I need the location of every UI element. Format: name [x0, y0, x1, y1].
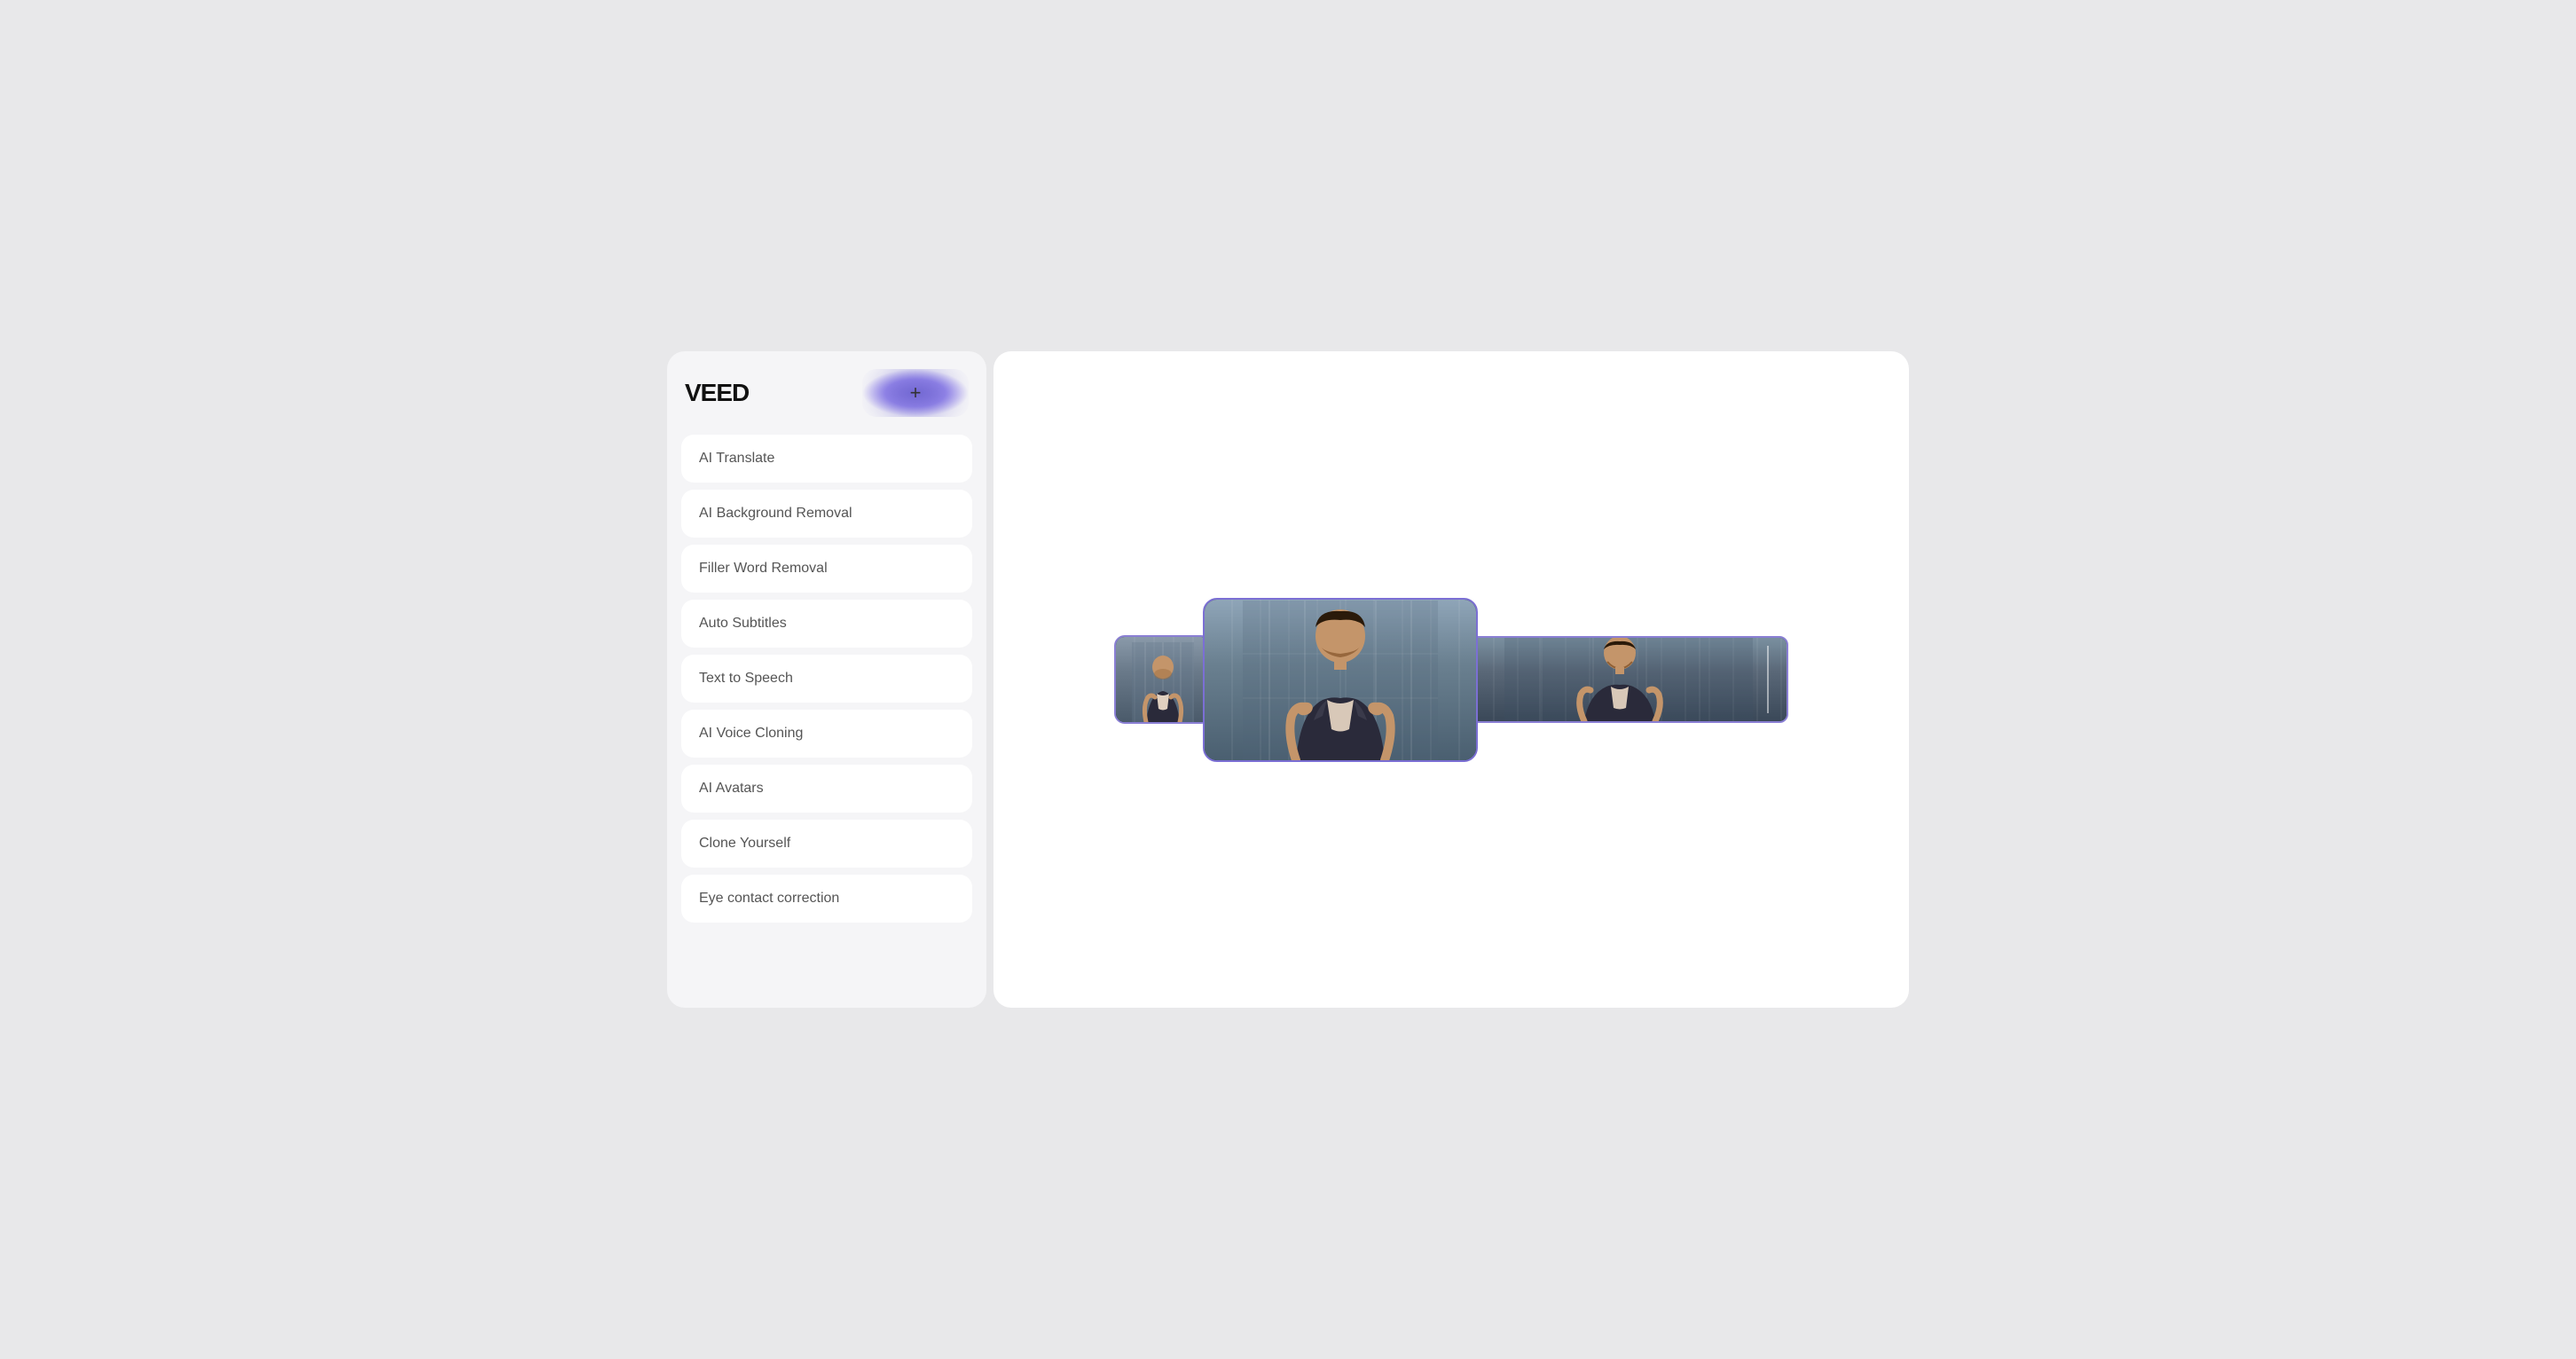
sidebar: VEED + AI Translate AI Background Remova…	[667, 351, 986, 1008]
thumb-inner-right	[1471, 638, 1787, 721]
video-thumb-small-left[interactable]	[1114, 635, 1212, 724]
sidebar-item-filler-word-removal[interactable]: Filler Word Removal	[681, 545, 972, 593]
logo: VEED	[685, 379, 749, 407]
sidebar-item-ai-translate[interactable]: AI Translate	[681, 435, 972, 483]
thumb-inner-left	[1116, 637, 1210, 722]
app-container: VEED + AI Translate AI Background Remova…	[667, 351, 1909, 1008]
sidebar-item-ai-background-removal[interactable]: AI Background Removal	[681, 490, 972, 538]
video-cluster	[1114, 598, 1788, 762]
sidebar-item-ai-avatars[interactable]: AI Avatars	[681, 765, 972, 813]
sidebar-header: VEED +	[681, 369, 972, 417]
thumb-inner-main	[1205, 600, 1476, 760]
plus-icon: +	[910, 381, 922, 405]
video-thumb-main[interactable]	[1203, 598, 1478, 762]
main-content	[993, 351, 1909, 1008]
person-svg-right	[1504, 638, 1753, 721]
person-svg-main	[1243, 601, 1438, 760]
new-button[interactable]: +	[862, 369, 969, 417]
divider-line	[1767, 646, 1769, 712]
sidebar-item-eye-contact-correction[interactable]: Eye contact correction	[681, 875, 972, 923]
video-thumb-wide-right[interactable]	[1469, 636, 1788, 723]
person-svg-left	[1132, 642, 1194, 722]
sidebar-item-clone-yourself[interactable]: Clone Yourself	[681, 820, 972, 868]
video-scene	[993, 351, 1909, 1008]
sidebar-item-text-to-speech[interactable]: Text to Speech	[681, 655, 972, 703]
sidebar-item-auto-subtitles[interactable]: Auto Subtitles	[681, 600, 972, 648]
sidebar-item-ai-voice-cloning[interactable]: AI Voice Cloning	[681, 710, 972, 758]
